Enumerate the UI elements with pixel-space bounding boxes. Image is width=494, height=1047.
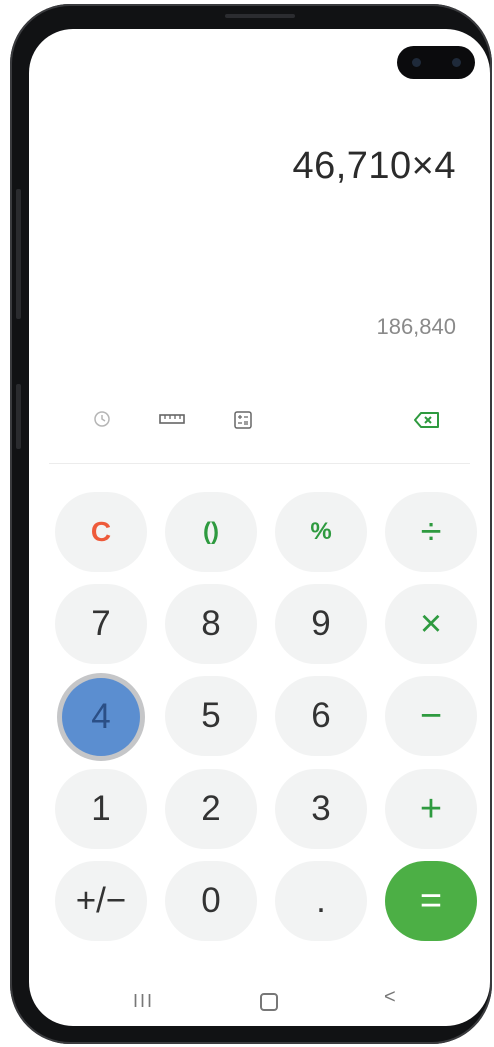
backspace-icon[interactable]: [412, 409, 442, 436]
stage: 46,710×4 186,840 C () % ÷ 7 8 9 × 4 5 6 …: [0, 0, 494, 1047]
volume-button: [16, 384, 21, 449]
home-icon[interactable]: [260, 993, 278, 1011]
punch-hole-camera: [397, 46, 475, 79]
digit-4-button[interactable]: 4: [62, 678, 140, 756]
earpiece-speaker: [225, 14, 295, 18]
expression-display[interactable]: 46,710×4: [292, 145, 456, 188]
side-button: [16, 189, 21, 319]
negate-button[interactable]: +/−: [55, 861, 147, 941]
back-icon[interactable]: <: [384, 986, 396, 1009]
digit-2-button[interactable]: 2: [165, 769, 257, 849]
digit-6-button[interactable]: 6: [275, 676, 367, 756]
phone-frame: 46,710×4 186,840 C () % ÷ 7 8 9 × 4 5 6 …: [10, 4, 492, 1044]
clear-button[interactable]: C: [55, 492, 147, 572]
parentheses-button[interactable]: (): [165, 492, 257, 572]
screen: 46,710×4 186,840 C () % ÷ 7 8 9 × 4 5 6 …: [29, 29, 490, 1026]
digit-0-button[interactable]: 0: [165, 861, 257, 941]
equals-button[interactable]: =: [385, 861, 477, 941]
digit-7-button[interactable]: 7: [55, 584, 147, 664]
divide-button[interactable]: ÷: [385, 492, 477, 572]
keypad-divider: [49, 463, 470, 464]
add-button[interactable]: +: [385, 769, 477, 849]
result-preview: 186,840: [376, 314, 456, 339]
subtract-button[interactable]: −: [385, 676, 477, 756]
unit-converter-icon[interactable]: [158, 409, 186, 434]
digit-1-button[interactable]: 1: [55, 769, 147, 849]
multiply-button[interactable]: ×: [385, 584, 477, 664]
digit-8-button[interactable]: 8: [165, 584, 257, 664]
decimal-button[interactable]: .: [275, 861, 367, 941]
camera-lens: [412, 58, 421, 67]
history-icon[interactable]: [92, 409, 112, 434]
digit-9-button[interactable]: 9: [275, 584, 367, 664]
digit-5-button[interactable]: 5: [165, 676, 257, 756]
camera-lens: [452, 58, 461, 67]
percent-button[interactable]: %: [275, 492, 367, 572]
digit-3-button[interactable]: 3: [275, 769, 367, 849]
recent-apps-icon[interactable]: III: [133, 991, 154, 1012]
scientific-mode-icon[interactable]: [232, 409, 254, 436]
